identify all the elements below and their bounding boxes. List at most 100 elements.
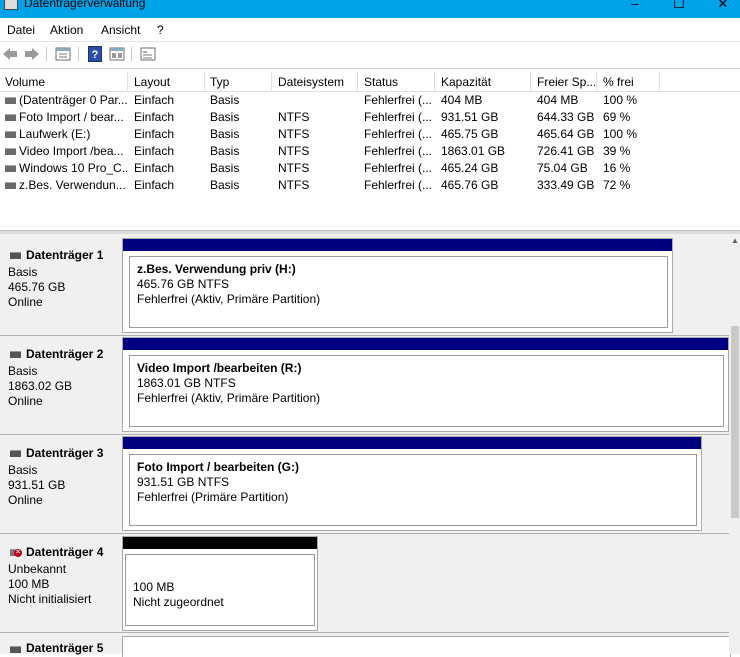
cell-kapazitaet: 1863.01 GB: [441, 144, 506, 158]
cell-freier-speicher: 726.41 GB: [537, 144, 595, 158]
cell-status: Fehlerfrei (...: [364, 93, 433, 107]
partition-bar: [123, 437, 701, 449]
table-row[interactable]: Video Import /bea... Einfach Basis NTFS …: [0, 143, 740, 160]
partition-r[interactable]: Video Import /bearbeiten (R:) 1863.01 GB…: [122, 337, 729, 432]
volume-icon: [5, 165, 16, 172]
minimize-button[interactable]: –: [620, 0, 650, 12]
disk-label-3[interactable]: Datenträger 3 Basis 931.51 GB Online: [0, 436, 118, 531]
vertical-scrollbar[interactable]: ▲: [729, 234, 740, 654]
cell-freier-speicher: 465.64 GB: [537, 127, 595, 141]
cell-typ: Basis: [210, 110, 240, 124]
cell-typ: Basis: [210, 127, 240, 141]
cell-dateisystem: NTFS: [278, 110, 310, 124]
cell-typ: Basis: [210, 178, 240, 192]
disk-type: Basis: [8, 463, 38, 477]
cell-prozent-frei: 100 %: [603, 127, 638, 141]
column-header-dateisystem[interactable]: Dateisystem: [278, 75, 356, 91]
cell-prozent-frei: 72 %: [603, 178, 631, 192]
menu-help[interactable]: ?: [157, 23, 164, 37]
forward-arrow-icon[interactable]: [24, 46, 40, 62]
table-row[interactable]: (Datenträger 0 Par... Einfach Basis Fehl…: [0, 92, 740, 109]
table-row[interactable]: z.Bes. Verwendun... Einfach Basis NTFS F…: [0, 177, 740, 194]
disk-name: Datenträger 2: [26, 347, 104, 361]
disk-label-5[interactable]: Datenträger 5: [0, 634, 118, 655]
column-header-layout[interactable]: Layout: [134, 75, 202, 91]
partition-box: z.Bes. Verwendung priv (H:) 465.76 GB NT…: [129, 256, 668, 328]
cell-volume: Foto Import / bear...: [19, 110, 124, 124]
svg-text:?: ?: [92, 49, 99, 61]
close-button[interactable]: ✕: [708, 0, 738, 12]
disk-type: Unbekannt: [8, 562, 67, 576]
disk-name: Datenträger 1: [26, 248, 104, 262]
help-icon[interactable]: ?: [87, 46, 103, 62]
menu-datei[interactable]: Datei: [7, 23, 35, 37]
partition-size: 1863.01 GB NTFS: [137, 376, 236, 390]
column-header-typ[interactable]: Typ: [210, 75, 272, 91]
cell-prozent-frei: 69 %: [603, 110, 631, 124]
disk-state: Online: [8, 493, 43, 507]
partition-unallocated[interactable]: 100 MB Nicht zugeordnet: [122, 536, 318, 631]
cell-layout: Einfach: [134, 161, 175, 175]
cell-status: Fehlerfrei (...: [364, 178, 433, 192]
scrollbar-thumb[interactable]: [731, 326, 739, 518]
cell-typ: Basis: [210, 161, 240, 175]
partition-size: 931.51 GB NTFS: [137, 475, 230, 489]
disk-size: 931.51 GB: [8, 478, 66, 492]
column-header-prozent-frei[interactable]: % frei: [603, 75, 661, 91]
column-header-row: Volume Layout Typ Dateisystem Status Kap…: [0, 72, 740, 92]
maximize-button[interactable]: ☐: [664, 0, 694, 12]
cell-layout: Einfach: [134, 93, 175, 107]
cell-kapazitaet: 404 MB: [441, 93, 483, 107]
disk-icon: [10, 450, 21, 457]
menu-aktion[interactable]: Aktion: [50, 23, 83, 37]
cell-typ: Basis: [210, 144, 240, 158]
column-header-freier-speicher[interactable]: Freier Sp...: [537, 75, 595, 91]
cell-freier-speicher: 75.04 GB: [537, 161, 588, 175]
view-icon[interactable]: [109, 46, 125, 62]
cell-prozent-frei: 16 %: [603, 161, 631, 175]
cell-freier-speicher: 404 MB: [537, 93, 579, 107]
partition-status: Fehlerfrei (Primäre Partition): [137, 490, 289, 504]
disk-label-4[interactable]: ✕ Datenträger 4 Unbekannt 100 MB Nicht i…: [0, 535, 118, 630]
table-row[interactable]: Foto Import / bear... Einfach Basis NTFS…: [0, 109, 740, 126]
cell-dateisystem: NTFS: [278, 144, 310, 158]
volume-icon: [5, 148, 16, 155]
disk-icon: [10, 646, 21, 653]
cell-kapazitaet: 465.75 GB: [441, 127, 499, 141]
cell-status: Fehlerfrei (...: [364, 161, 433, 175]
disk-name: Datenträger 4: [26, 545, 104, 559]
cell-kapazitaet: 931.51 GB: [441, 110, 499, 124]
disk-label-2[interactable]: Datenträger 2 Basis 1863.02 GB Online: [0, 337, 118, 432]
toolbar: ?: [0, 41, 740, 69]
column-header-kapazitaet[interactable]: Kapazität: [441, 75, 529, 91]
partition-status: Nicht zugeordnet: [133, 595, 224, 609]
table-row[interactable]: Laufwerk (E:) Einfach Basis NTFS Fehlerf…: [0, 126, 740, 143]
partition-g[interactable]: Foto Import / bearbeiten (G:) 931.51 GB …: [122, 436, 702, 531]
disk-icon: [10, 351, 21, 358]
menu-ansicht[interactable]: Ansicht: [101, 23, 140, 37]
cell-dateisystem: NTFS: [278, 178, 310, 192]
partition-box: Video Import /bearbeiten (R:) 1863.01 GB…: [129, 355, 724, 427]
disk-label-1[interactable]: Datenträger 1 Basis 465.76 GB Online: [0, 238, 118, 333]
disk-state: Online: [8, 295, 43, 309]
column-header-status[interactable]: Status: [364, 75, 434, 91]
column-header-volume[interactable]: Volume: [5, 75, 123, 91]
title-bar: Datenträgerverwaltung – ☐ ✕: [0, 0, 740, 18]
cell-volume: z.Bes. Verwendun...: [19, 178, 126, 192]
disk-state: Nicht initialisiert: [8, 592, 92, 606]
back-arrow-icon[interactable]: [2, 46, 18, 62]
volume-icon: [5, 182, 16, 189]
scroll-up-icon[interactable]: ▲: [731, 236, 739, 245]
window-title: Datenträgerverwaltung: [24, 0, 146, 10]
properties-icon[interactable]: [55, 46, 71, 62]
cell-kapazitaet: 465.24 GB: [441, 161, 499, 175]
partition-bar: [123, 239, 672, 251]
partition-box: Foto Import / bearbeiten (G:) 931.51 GB …: [129, 454, 697, 526]
cell-freier-speicher: 644.33 GB: [537, 110, 595, 124]
partition-bar: [123, 338, 728, 350]
disk-type: Basis: [8, 265, 38, 279]
partition-h[interactable]: z.Bes. Verwendung priv (H:) 465.76 GB NT…: [122, 238, 673, 333]
partition-bar: [123, 537, 317, 549]
table-row[interactable]: Windows 10 Pro_C... Einfach Basis NTFS F…: [0, 160, 740, 177]
console-icon[interactable]: [140, 46, 156, 62]
